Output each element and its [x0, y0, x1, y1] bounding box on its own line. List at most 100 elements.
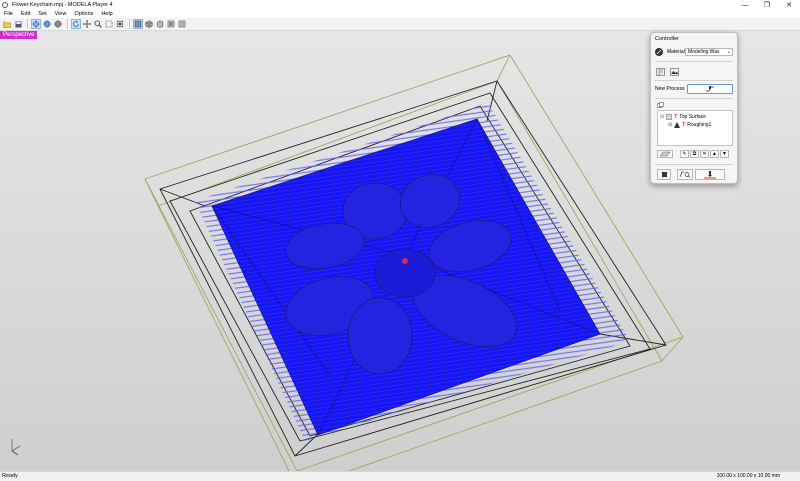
cut-icon: [704, 170, 716, 178]
cube-top-icon: [167, 20, 175, 28]
model-setup-button[interactable]: [655, 67, 665, 76]
fit-icon: [116, 20, 124, 28]
stop-button[interactable]: [657, 169, 671, 180]
window-title: Flower Keychain.mpj - MODELA Player 4: [12, 2, 113, 8]
controller-title: Controller: [655, 36, 679, 42]
material-label: Material: [667, 49, 685, 55]
open-file-button[interactable]: [2, 19, 12, 29]
crosshair-icon: [32, 20, 40, 28]
magnifier-icon: [94, 20, 102, 28]
grid-icon: [178, 20, 186, 28]
duplicate-icon: ⧉: [692, 151, 697, 157]
surface-icon: [666, 114, 672, 120]
menu-file[interactable]: File: [4, 11, 13, 17]
cut-button[interactable]: [695, 169, 725, 180]
delete-process-button[interactable]: ✕: [700, 150, 709, 158]
view-mode-label: Perspective: [0, 31, 38, 39]
duplicate-process-button[interactable]: ⧉: [690, 150, 699, 158]
cube-side-icon: [157, 20, 164, 28]
menu-view[interactable]: View: [55, 11, 67, 17]
sphere-view-button[interactable]: [53, 19, 63, 29]
process-pin-icon: T: [682, 122, 686, 128]
side-view-button[interactable]: [155, 19, 165, 29]
stock-dimensions: 100.00 x 100.00 x 10.00 mm: [716, 473, 780, 479]
tree-item-top-surface[interactable]: ⊟ T Top Surface: [660, 114, 706, 120]
chevron-down-icon: ⌄: [726, 49, 731, 55]
tree-root-label: Top Surface: [679, 114, 706, 120]
menu-edit[interactable]: Edit: [21, 11, 30, 17]
delete-icon: ✕: [702, 151, 707, 157]
arrow-up-icon: ▲: [712, 151, 717, 157]
process-tree: ⊟ T Top Surface ⊞ T Roughing1: [657, 110, 733, 146]
toolbar-separator: [67, 19, 68, 29]
globe-view-button[interactable]: [42, 19, 52, 29]
setup-icon: [655, 67, 665, 76]
globe-icon: [43, 20, 51, 28]
close-button[interactable]: ✕: [778, 0, 800, 10]
roughing-icon: [674, 122, 681, 128]
preview-icon: [679, 171, 691, 178]
new-process-label: New Process: [655, 86, 685, 92]
image-settings-button[interactable]: [669, 67, 679, 76]
cube-front-icon: [134, 20, 142, 28]
menu-set[interactable]: Set: [38, 11, 46, 17]
sphere-icon: [54, 20, 62, 28]
divider: [655, 80, 733, 81]
controller-panel: Controller Material Modeling Wax ⌄ New P…: [650, 32, 738, 184]
copy-process-button[interactable]: [656, 101, 664, 108]
collapse-icon: ⊟: [660, 114, 665, 120]
tree-item-roughing[interactable]: ⊞ T Roughing1: [668, 122, 711, 128]
toolbar-separator: [27, 19, 28, 29]
zoom-window-button[interactable]: [104, 19, 114, 29]
preview-button[interactable]: [677, 169, 693, 180]
title-bar: Flower Keychain.mpj - MODELA Player 4 — …: [0, 0, 800, 10]
menu-help[interactable]: Help: [101, 11, 112, 17]
status-text: Ready: [2, 473, 18, 479]
surface-settings-button[interactable]: [657, 150, 673, 158]
grid-view-button[interactable]: [177, 19, 187, 29]
zoom-window-icon: [105, 20, 113, 28]
tree-child-label: Roughing1: [687, 122, 712, 128]
zoom-button[interactable]: [93, 19, 103, 29]
setup-tools-row: [655, 67, 679, 76]
iso-view-button[interactable]: [144, 19, 154, 29]
material-row: Material: [655, 48, 685, 56]
edit-process-button[interactable]: ✎: [680, 150, 689, 158]
rotate-button[interactable]: [71, 19, 81, 29]
move-icon: [83, 20, 91, 28]
material-icon: [655, 48, 663, 56]
output-actions-row: [657, 169, 725, 180]
menu-bar: File Edit Set View Options Help: [0, 10, 800, 18]
move-up-button[interactable]: ▲: [710, 150, 719, 158]
fit-view-button[interactable]: [115, 19, 125, 29]
tool-path-icon: [706, 86, 714, 92]
axis-indicator: [11, 439, 21, 456]
folder-icon: [3, 21, 11, 28]
move-down-button[interactable]: ▼: [720, 150, 729, 158]
toolbar-separator: [129, 19, 130, 29]
floppy-icon: [15, 21, 21, 27]
new-process-button[interactable]: [687, 84, 733, 94]
material-select[interactable]: Modeling Wax ⌄: [685, 48, 733, 56]
tree-actions-row: ✎ ⧉ ✕ ▲ ▼: [657, 150, 730, 158]
status-bar: Ready 100.00 x 100.00 x 10.00 mm: [0, 471, 800, 481]
arrow-down-icon: ▼: [722, 151, 727, 157]
toolbar: [0, 18, 800, 31]
minimize-button[interactable]: —: [734, 0, 756, 10]
surface-settings-icon: [659, 151, 671, 157]
save-button[interactable]: [13, 19, 23, 29]
pan-button[interactable]: [82, 19, 92, 29]
app-icon: [2, 2, 8, 8]
expand-icon: ⊞: [668, 122, 673, 128]
window-controls: — ❐ ✕: [734, 0, 800, 10]
view-mode-button[interactable]: [31, 19, 41, 29]
cube-iso-icon: [145, 20, 153, 28]
perspective-view-button[interactable]: [133, 19, 143, 29]
top-view-button[interactable]: [166, 19, 176, 29]
edit-icon: ✎: [682, 151, 687, 157]
copy-icon: [656, 101, 664, 108]
stop-icon: [661, 172, 667, 177]
maximize-button[interactable]: ❐: [756, 0, 778, 10]
divider: [655, 164, 733, 165]
menu-options[interactable]: Options: [74, 11, 93, 17]
